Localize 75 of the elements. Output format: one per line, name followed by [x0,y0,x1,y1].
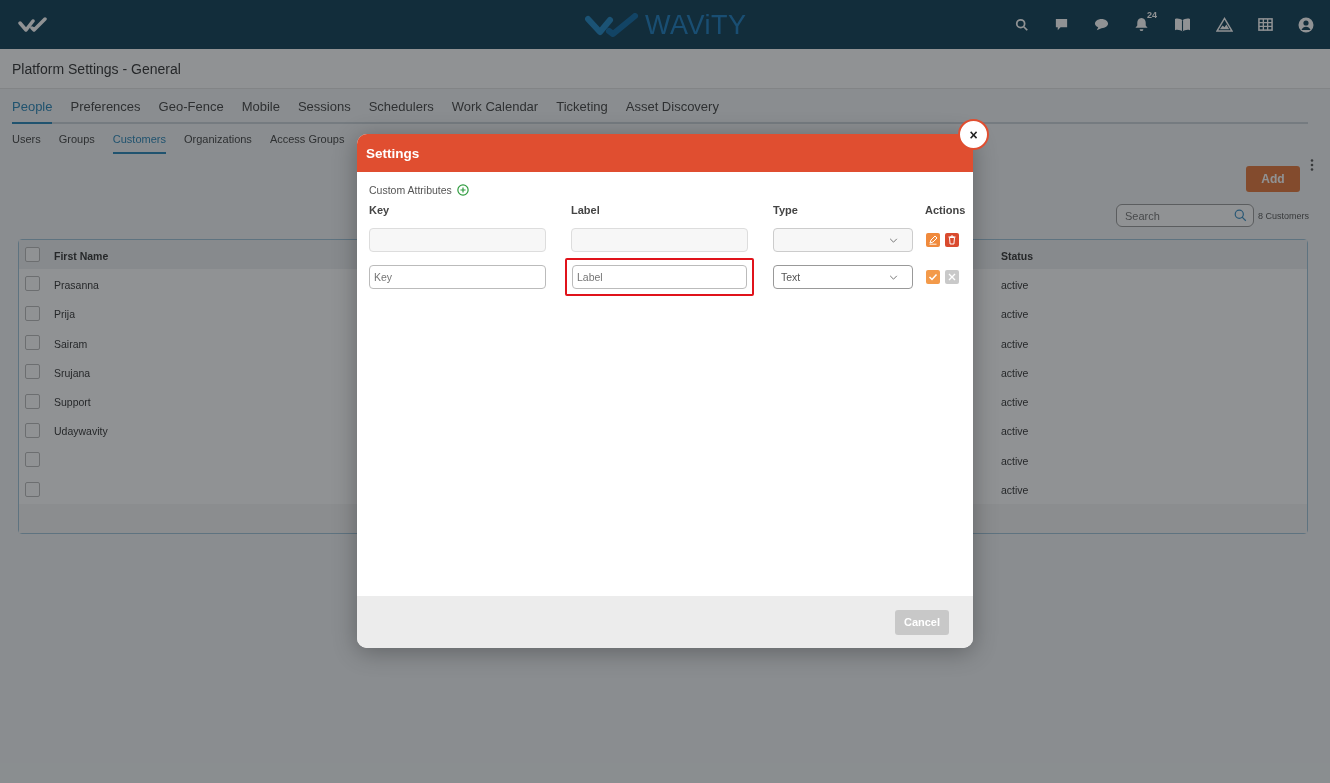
tab[interactable]: Ticketing [556,97,608,124]
sub-tab[interactable]: Customers [112,132,166,154]
check-icon[interactable] [926,270,940,284]
logo-text: WAViTY [645,10,747,41]
key-field[interactable] [369,228,546,252]
section-label: Custom Attributes [369,184,452,196]
checkbox[interactable] [25,276,40,292]
customer-count: 8 Customers [1257,210,1309,221]
close-icon[interactable] [945,270,959,284]
tab[interactable]: People [12,97,53,124]
checkmark-logo-icon [585,12,641,39]
checkbox[interactable] [25,305,40,321]
open-book-icon[interactable] [1174,17,1191,32]
add-button[interactable]: Add [1246,166,1300,192]
edit-icon[interactable] [926,233,940,247]
table-cell: active [1001,396,1029,409]
tab[interactable]: Mobile [241,97,280,124]
more-options-icon[interactable] [1310,159,1314,171]
sub-tab[interactable]: Access Groups [269,132,345,154]
checkbox[interactable] [25,247,40,263]
table-cell: Sairam [54,337,88,350]
table-cell: active [1001,454,1029,467]
tab[interactable]: Sessions [297,97,351,124]
sub-tab[interactable]: Groups [58,132,95,154]
chevron-down-icon [889,237,898,243]
search-field[interactable]: Search [1115,204,1254,227]
key-field[interactable]: Key [369,265,546,289]
table-cell: Support [54,396,91,409]
sub-tab[interactable]: Users [12,132,41,154]
table-cell: active [1001,308,1029,321]
checkbox[interactable] [25,481,40,497]
table-cell: active [1001,484,1029,496]
checkbox[interactable] [25,364,40,380]
column-header: Type [773,204,799,216]
column-header: Key [369,204,391,216]
table-cell: Prasanna [54,278,99,291]
table-cell: Prija [54,308,75,321]
grid-icon[interactable] [1258,17,1273,32]
search-icon[interactable] [1015,17,1029,32]
column-header: First Name [54,249,109,262]
table-cell: active [1001,278,1029,291]
page-title: Platform Settings - General [12,60,181,77]
label-field[interactable]: Label [572,265,747,289]
table-cell: active [1001,337,1029,350]
table-cell: active [1001,425,1029,438]
trash-icon[interactable] [945,233,959,247]
table-cell: active [1001,366,1029,379]
tab[interactable]: Asset Discovery [625,97,719,124]
chat-bubble-icon[interactable] [1094,17,1109,32]
checkbox[interactable] [25,335,40,351]
notification-count: 24 [1147,10,1157,20]
type-select[interactable] [773,228,913,252]
search-icon[interactable] [1233,209,1247,222]
checkbox[interactable] [25,422,40,438]
label-field[interactable] [571,228,748,252]
table-cell: Udaywavity [54,425,108,438]
mountain-triangle-icon[interactable] [1216,17,1233,32]
double-check-icon[interactable] [18,16,48,33]
add-circle-icon[interactable] [456,184,469,196]
tab[interactable]: Schedulers [368,97,434,124]
dialog-title: Settings [366,145,420,161]
bell-icon[interactable] [1134,17,1149,32]
checkbox[interactable] [25,393,40,409]
table-cell: Srujana [54,366,91,379]
type-select[interactable]: Text [773,265,913,289]
tab[interactable]: Work Calendar [451,97,539,124]
tab[interactable]: Preferences [70,97,141,124]
column-header: Status [1001,249,1034,262]
chevron-down-icon [889,274,898,280]
column-header: Label [571,204,601,216]
user-avatar-icon[interactable] [1298,16,1314,33]
tab[interactable]: Geo-Fence [158,97,224,124]
sub-tab[interactable]: Organizations [184,132,252,154]
column-header: Actions [925,204,965,216]
checkbox[interactable] [25,452,40,468]
